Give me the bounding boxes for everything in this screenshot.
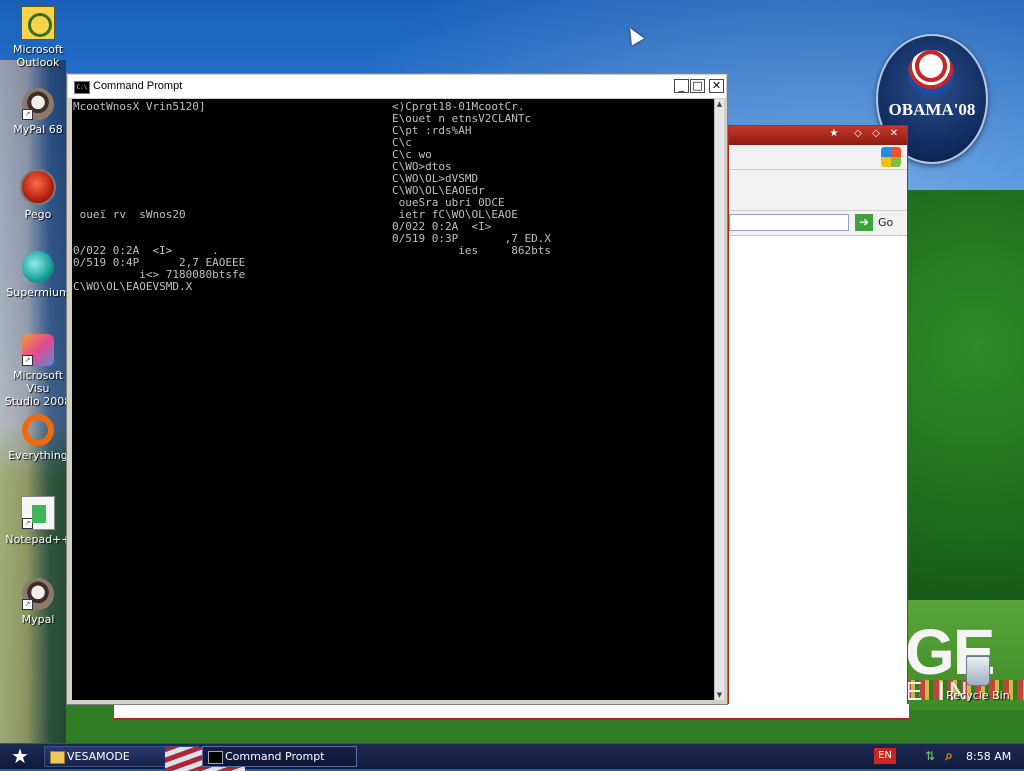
badge-text: OBAMA'08 bbox=[888, 100, 976, 119]
console-text-left: McootWnosX Vrin5120] oueï rv sWnos20 0/0… bbox=[73, 100, 246, 293]
notepad-plus-plus-icon: ↗ bbox=[21, 496, 55, 530]
cmd-icon: C:\ bbox=[74, 81, 90, 94]
cmd-window-title: Command Prompt bbox=[93, 80, 183, 92]
desktop-icon-mypal[interactable]: ↗ Mypal bbox=[0, 578, 76, 626]
shortcut-arrow-icon: ↗ bbox=[22, 355, 33, 366]
minimize-button[interactable]: _ bbox=[674, 79, 689, 93]
close-icon[interactable]: ✕ bbox=[889, 129, 899, 139]
windows-flag-icon bbox=[881, 147, 901, 167]
visual-studio-icon: ↗ bbox=[22, 334, 54, 366]
language-indicator[interactable]: EN bbox=[874, 748, 896, 764]
go-button[interactable]: Go bbox=[878, 216, 893, 229]
network-icon[interactable]: ⇅ bbox=[923, 749, 937, 763]
browser-titlebar[interactable]: ★ ◇ ◇ ✕ bbox=[729, 126, 907, 145]
taskbar-item-label: Command Prompt bbox=[225, 750, 325, 763]
browser-toolbar bbox=[729, 145, 907, 170]
pego-icon bbox=[20, 169, 56, 205]
desktop-icon-everything[interactable]: Everything bbox=[0, 414, 76, 462]
cmd-titlebar[interactable]: C:\ Command Prompt _ □ ✕ bbox=[68, 75, 726, 98]
browser-address-bar: ➜ Go bbox=[729, 211, 907, 236]
desktop-icon-notepad-plus-plus[interactable]: ↗ Notepad++ bbox=[0, 496, 76, 546]
supermium-icon bbox=[22, 251, 54, 283]
desktop-icon-label: MyPal 68 bbox=[13, 123, 63, 136]
maximize-button[interactable]: □ bbox=[690, 79, 705, 93]
cmd-icon bbox=[208, 751, 223, 764]
star-icon[interactable]: ★ bbox=[829, 129, 839, 139]
scroll-down-arrow-icon[interactable]: ▼ bbox=[716, 691, 723, 699]
console-text-right: <)Cprgt18-01McootCr. E\ouet n etnsV2CLAN… bbox=[392, 100, 551, 257]
browser-window[interactable]: ★ ◇ ◇ ✕ ➜ Go bbox=[114, 125, 909, 720]
desktop-icon-mypal-68[interactable]: ↗ MyPal 68 bbox=[0, 88, 76, 136]
outlook-icon bbox=[21, 6, 55, 40]
star-start-icon: ★ bbox=[11, 744, 29, 768]
desktop-icon-label: Microsoft Visu Studio 2008 bbox=[4, 369, 72, 408]
shortcut-arrow-icon: ↗ bbox=[22, 599, 33, 610]
vertical-scrollbar[interactable]: ▲ ▼ bbox=[714, 99, 724, 700]
console-output-area[interactable]: McootWnosX Vrin5120] oueï rv sWnos20 0/0… bbox=[72, 99, 714, 700]
desktop-icon-label: Supermium bbox=[6, 286, 70, 299]
search-icon[interactable]: ⌕ bbox=[941, 748, 957, 764]
scroll-up-arrow-icon[interactable]: ▲ bbox=[716, 100, 723, 108]
pin-icon[interactable]: ◇ bbox=[853, 129, 863, 139]
desktop-icon-supermium[interactable]: Supermium bbox=[0, 251, 76, 299]
browser-menu-area bbox=[729, 170, 907, 211]
desktop-icon-label: Everything bbox=[8, 449, 68, 462]
desktop-icon-label: Mypal bbox=[21, 613, 55, 626]
command-prompt-window[interactable]: C:\ Command Prompt _ □ ✕ McootWnosX Vrin… bbox=[66, 73, 728, 705]
clock[interactable]: 8:58 AM bbox=[966, 750, 1011, 763]
desktop-icon-visual-studio[interactable]: ↗ Microsoft Visu Studio 2008 bbox=[0, 334, 76, 408]
shortcut-arrow-icon: ↗ bbox=[22, 518, 33, 529]
obama-logo-icon bbox=[908, 50, 954, 96]
recycle-bin-icon bbox=[966, 656, 990, 686]
desktop-icon-label: Notepad++ bbox=[5, 533, 71, 546]
shortcut-arrow-icon: ↗ bbox=[22, 109, 33, 120]
browser-bottom-edge bbox=[114, 704, 909, 720]
start-button[interactable]: ★ bbox=[2, 746, 38, 767]
desktop-icon-microsoft-outlook[interactable]: Microsoft Outlook bbox=[0, 6, 76, 69]
taskbar-item-label: VESAMODE bbox=[67, 750, 130, 763]
folder-icon bbox=[50, 751, 65, 764]
go-arrow-icon[interactable]: ➜ bbox=[855, 214, 873, 231]
taskbar-item-vesamode[interactable]: VESAMODE bbox=[44, 746, 245, 771]
restore-icon[interactable]: ◇ bbox=[871, 129, 881, 139]
desktop-icon-label: Microsoft Outlook bbox=[12, 43, 64, 69]
desktop-icon-pego[interactable]: Pego bbox=[0, 169, 76, 221]
raccoon-icon: ↗ bbox=[22, 88, 54, 120]
close-button[interactable]: ✕ bbox=[709, 79, 724, 93]
everything-icon bbox=[22, 414, 54, 446]
system-tray: EN ⇅ ⌕ 8:58 AM bbox=[868, 744, 1024, 769]
desktop-icon-recycle-bin[interactable]: Recycle Bin bbox=[940, 656, 1016, 702]
taskbar: ★ VESAMODE Command Prompt EN ⇅ ⌕ 8:58 AM bbox=[0, 743, 1024, 771]
raccoon-icon: ↗ bbox=[22, 578, 54, 610]
desktop-icon-label: Pego bbox=[24, 208, 52, 221]
address-input[interactable] bbox=[729, 214, 849, 231]
taskbar-item-command-prompt[interactable]: Command Prompt bbox=[202, 746, 357, 767]
desktop-icon-label: Recycle Bin bbox=[946, 689, 1010, 702]
